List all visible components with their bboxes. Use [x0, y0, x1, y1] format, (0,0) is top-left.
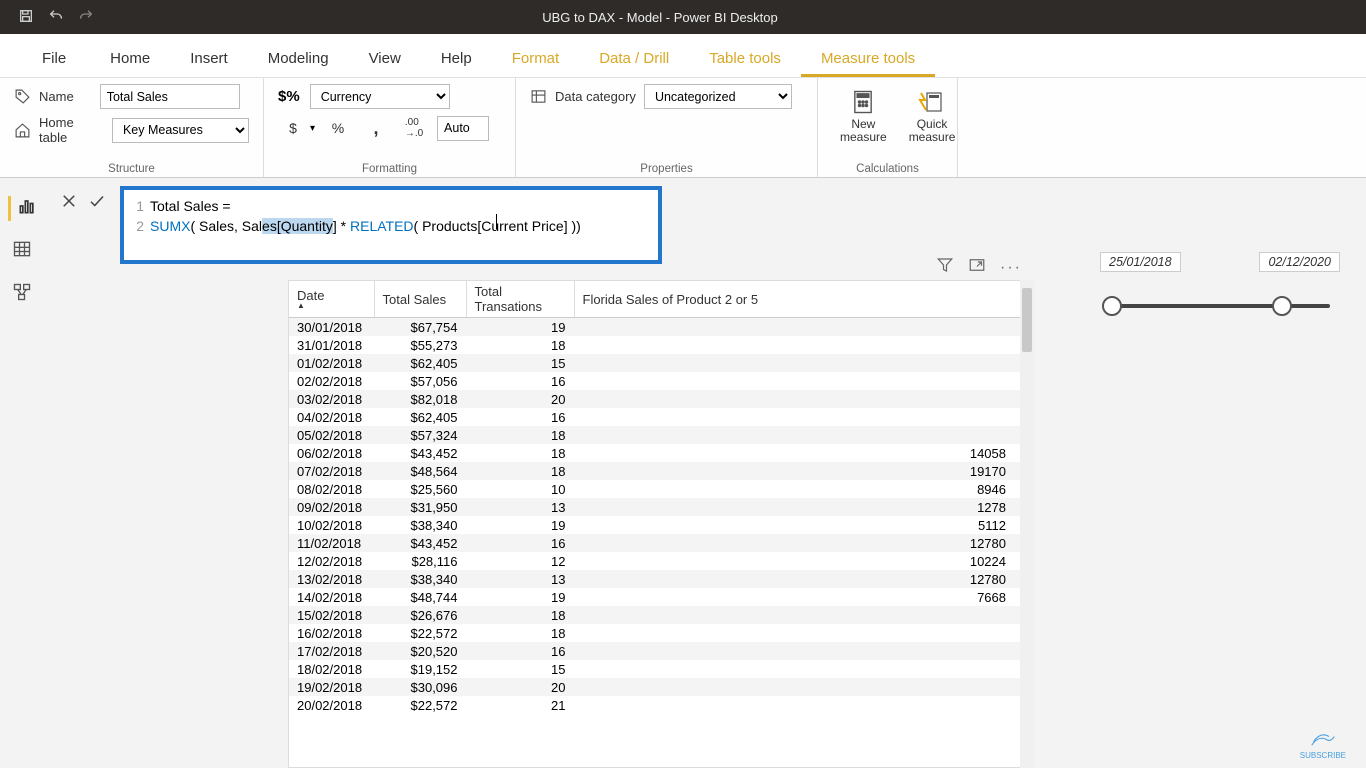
- name-label: Name: [39, 89, 74, 104]
- data-view-icon[interactable]: [12, 239, 32, 264]
- slicer-track[interactable]: [1100, 290, 1340, 324]
- text-caret: [496, 214, 497, 229]
- table-row[interactable]: 14/02/2018$48,744197668: [289, 588, 1027, 606]
- table-row[interactable]: 13/02/2018$38,3401312780: [289, 570, 1027, 588]
- subscribe-badge[interactable]: SUBSCRIBE: [1300, 731, 1346, 760]
- group-formatting: $% Currency $▾ % , .00→.0 Formatting: [264, 78, 516, 177]
- table-row[interactable]: 06/02/2018$43,4521814058: [289, 444, 1027, 462]
- table-row[interactable]: 05/02/2018$57,32418: [289, 426, 1027, 444]
- decimal-input[interactable]: [437, 116, 489, 141]
- percent-button[interactable]: %: [323, 115, 353, 141]
- view-rail: [0, 178, 44, 307]
- filter-icon[interactable]: [936, 256, 954, 279]
- name-input[interactable]: [100, 84, 240, 109]
- more-icon[interactable]: ···: [1000, 259, 1022, 277]
- titlebar: UBG to DAX - Model - Power BI Desktop: [0, 0, 1366, 34]
- new-measure-button[interactable]: New measure: [832, 84, 895, 148]
- tab-table-tools[interactable]: Table tools: [689, 40, 801, 77]
- table-row[interactable]: 08/02/2018$25,560108946: [289, 480, 1027, 498]
- decimal-button[interactable]: .00→.0: [399, 115, 429, 141]
- slicer-from[interactable]: 25/01/2018: [1100, 252, 1181, 272]
- currency-button[interactable]: $: [278, 115, 308, 141]
- table-scrollbar[interactable]: [1020, 280, 1034, 768]
- cancel-formula-icon[interactable]: [60, 192, 78, 215]
- commit-formula-icon[interactable]: [88, 192, 106, 215]
- group-formatting-label: Formatting: [278, 163, 501, 175]
- new-measure-label: New measure: [840, 118, 887, 144]
- home-table-select[interactable]: Key Measures: [112, 118, 249, 143]
- focus-icon[interactable]: [968, 256, 986, 279]
- group-calculations: New measure Quick measure Calculations: [818, 78, 958, 177]
- model-view-icon[interactable]: [12, 282, 32, 307]
- comma-button[interactable]: ,: [361, 115, 391, 141]
- table-row[interactable]: 02/02/2018$57,05616: [289, 372, 1027, 390]
- formula-line-1: Total Sales =: [150, 196, 231, 216]
- group-structure-label: Structure: [14, 163, 249, 175]
- calculator-icon: [849, 88, 877, 116]
- slicer-handle-left[interactable]: [1102, 296, 1122, 316]
- report-view-icon[interactable]: [8, 196, 37, 221]
- col-header-sales[interactable]: Total Sales: [374, 281, 466, 318]
- undo-icon[interactable]: [48, 8, 64, 27]
- tab-file[interactable]: File: [18, 40, 90, 77]
- col-header-florida[interactable]: Florida Sales of Product 2 or 5: [574, 281, 1027, 318]
- group-structure: Name Home table Key Measures Structure: [0, 78, 264, 177]
- col-header-trans[interactable]: Total Transations: [466, 281, 574, 318]
- group-properties: Data category Uncategorized Properties: [516, 78, 818, 177]
- table-row[interactable]: 04/02/2018$62,40516: [289, 408, 1027, 426]
- table-row[interactable]: 20/02/2018$22,57221: [289, 696, 1027, 714]
- visual-header: ···: [936, 256, 1022, 279]
- home-table-label: Home table: [39, 115, 104, 145]
- table-row[interactable]: 18/02/2018$19,15215: [289, 660, 1027, 678]
- table-row[interactable]: 03/02/2018$82,01820: [289, 390, 1027, 408]
- format-select[interactable]: Currency: [310, 84, 450, 109]
- redo-icon[interactable]: [78, 8, 94, 27]
- table-row[interactable]: 12/02/2018$28,1161210224: [289, 552, 1027, 570]
- table-row[interactable]: 09/02/2018$31,950131278: [289, 498, 1027, 516]
- category-icon: [530, 88, 547, 105]
- table-row[interactable]: 01/02/2018$62,40515: [289, 354, 1027, 372]
- tab-data-drill[interactable]: Data / Drill: [579, 40, 689, 77]
- table-row[interactable]: 15/02/2018$26,67618: [289, 606, 1027, 624]
- tab-home[interactable]: Home: [90, 40, 170, 77]
- table-row[interactable]: 19/02/2018$30,09620: [289, 678, 1027, 696]
- save-icon[interactable]: [18, 8, 34, 27]
- ribbon: Name Home table Key Measures Structure $…: [0, 78, 1366, 178]
- table-row[interactable]: 10/02/2018$38,340195112: [289, 516, 1027, 534]
- formula-editor[interactable]: 1Total Sales = 2SUMX( Sales, Sales[Quant…: [120, 186, 662, 264]
- data-table-visual[interactable]: Date▲ Total Sales Total Transations Flor…: [288, 280, 1028, 768]
- quick-calculator-icon: [918, 88, 946, 116]
- tag-icon: [14, 88, 31, 105]
- data-table: Date▲ Total Sales Total Transations Flor…: [289, 281, 1027, 714]
- quick-measure-button[interactable]: Quick measure: [901, 84, 964, 148]
- data-category-select[interactable]: Uncategorized: [644, 84, 792, 109]
- window-title: UBG to DAX - Model - Power BI Desktop: [94, 10, 1226, 25]
- col-header-date[interactable]: Date▲: [289, 281, 374, 318]
- table-row[interactable]: 16/02/2018$22,57218: [289, 624, 1027, 642]
- ribbon-tabs: File Home Insert Modeling View Help Form…: [0, 34, 1366, 78]
- slicer-handle-right[interactable]: [1272, 296, 1292, 316]
- data-category-label: Data category: [555, 89, 636, 104]
- tab-insert[interactable]: Insert: [170, 40, 248, 77]
- table-row[interactable]: 17/02/2018$20,52016: [289, 642, 1027, 660]
- slicer-to[interactable]: 02/12/2020: [1259, 252, 1340, 272]
- tab-modeling[interactable]: Modeling: [248, 40, 349, 77]
- tab-view[interactable]: View: [349, 40, 421, 77]
- table-row[interactable]: 11/02/2018$43,4521612780: [289, 534, 1027, 552]
- formula-line-2: SUMX( Sales, Sales[Quantity] * RELATED( …: [150, 216, 581, 236]
- table-row[interactable]: 07/02/2018$48,5641819170: [289, 462, 1027, 480]
- tab-help[interactable]: Help: [421, 40, 492, 77]
- scrollbar-thumb[interactable]: [1022, 288, 1032, 352]
- group-properties-label: Properties: [530, 163, 803, 175]
- table-row[interactable]: 30/01/2018$67,75419: [289, 318, 1027, 337]
- home-icon: [14, 122, 31, 139]
- tab-format[interactable]: Format: [492, 40, 580, 77]
- group-calculations-label: Calculations: [832, 163, 943, 175]
- subscribe-icon: [1310, 731, 1336, 749]
- quick-measure-label: Quick measure: [909, 118, 956, 144]
- table-row[interactable]: 31/01/2018$55,27318: [289, 336, 1027, 354]
- date-slicer[interactable]: 25/01/2018 02/12/2020: [1100, 252, 1340, 324]
- tab-measure-tools[interactable]: Measure tools: [801, 40, 935, 77]
